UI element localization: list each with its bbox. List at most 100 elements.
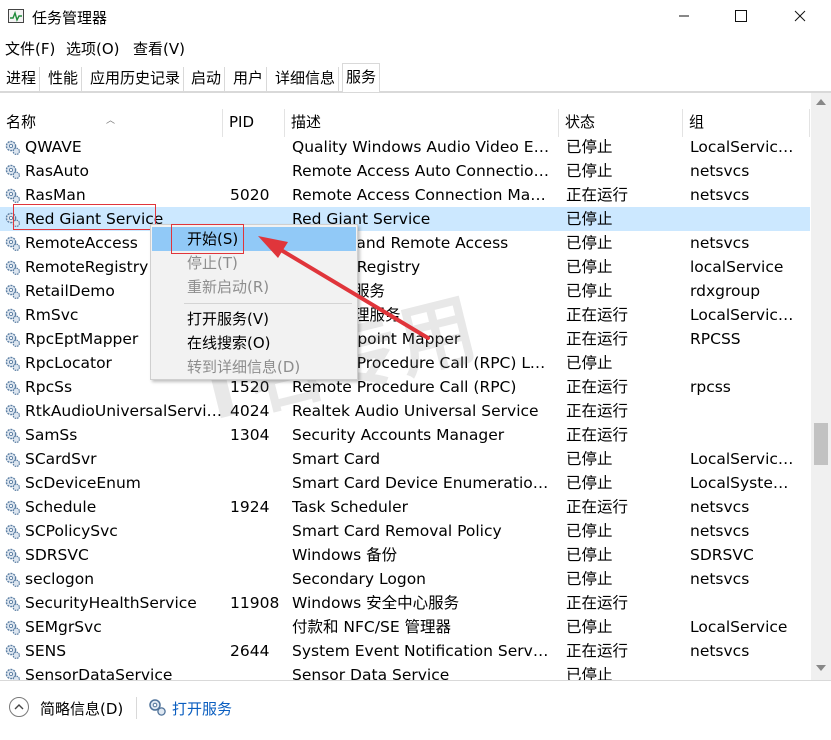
service-description: Windows 安全中心服务 xyxy=(292,594,460,612)
service-status: 正在运行 xyxy=(566,306,629,324)
service-status: 已停止 xyxy=(566,570,613,588)
service-pid: 11908 xyxy=(230,594,280,612)
service-row[interactable]: ScDeviceEnum Smart Card Device Enumeratio… xyxy=(0,471,810,495)
service-description: Smart Card xyxy=(292,450,381,468)
service-row[interactable]: RemoteAccess Routing and Remote Access 已停止… xyxy=(0,231,810,255)
column-header-description-label: 描述 xyxy=(291,113,322,131)
scrollbar-thumb[interactable] xyxy=(814,423,828,465)
menu-item-start[interactable]: 开始(S) xyxy=(152,224,356,254)
service-row[interactable]: SamSs 1304 Security Accounts Manager 正在运行 xyxy=(0,423,810,447)
tab-services[interactable]: 服务 xyxy=(342,63,381,93)
column-header-pid-label: PID xyxy=(229,113,255,131)
service-description: Secondary Logon xyxy=(292,570,427,588)
menu-options[interactable]: 选项(O) xyxy=(66,38,120,59)
service-group: RPCSS xyxy=(690,330,741,348)
service-row[interactable]: RemoteRegistryRemote Registry已停止localSer… xyxy=(0,255,810,279)
service-row[interactable]: RpcEptMapper RPC Endpoint Mapper 正在运行 RPCSS xyxy=(0,327,810,351)
open-services-link[interactable]: 打开服务 xyxy=(172,698,232,719)
minimize-button[interactable] xyxy=(661,0,707,32)
service-status: 已停止 xyxy=(566,450,613,468)
service-row[interactable]: SecurityHealthService 11908 Windows 安全中心服务… xyxy=(0,591,810,615)
tab-details[interactable]: 详细信息 xyxy=(272,67,340,91)
service-gear-icon xyxy=(4,595,21,612)
menu-view[interactable]: 查看(V) xyxy=(133,38,185,59)
tab-startup[interactable]: 启动 xyxy=(188,67,226,91)
service-row[interactable]: SCardSvr Smart Card 已停止 LocalService... xyxy=(0,447,810,471)
column-header-description[interactable]: 描述 xyxy=(285,109,559,137)
service-row[interactable]: RmSvc无线电管理服务正在运行LocalService... xyxy=(0,303,810,327)
service-status: 正在运行 xyxy=(566,330,629,348)
tab-app-history[interactable]: 应用历史记录 xyxy=(87,67,185,91)
service-gear-icon xyxy=(4,187,21,204)
service-row[interactable]: RasAuto Remote Access Auto Connection ...… xyxy=(0,159,810,183)
column-header-group[interactable]: 组 xyxy=(683,109,810,137)
column-header-status-label: 状态 xyxy=(565,113,596,131)
column-header-status[interactable]: 状态 xyxy=(559,109,683,137)
service-gear-icon xyxy=(4,283,21,300)
menu-item-stop: 停止(T) xyxy=(152,251,356,275)
service-gear-icon xyxy=(4,235,21,252)
service-row[interactable]: RpcSs 1520 Remote Procedure Call (RPC) 正在运行… xyxy=(0,375,810,399)
service-status: 正在运行 xyxy=(566,426,629,444)
service-status: 已停止 xyxy=(566,546,613,564)
tab-processes[interactable]: 进程 xyxy=(3,67,41,91)
service-row[interactable]: SEMgrSvc 付款和 NFC/SE 管理器 已停止 LocalService xyxy=(0,615,810,639)
service-group: LocalService... xyxy=(690,138,802,156)
service-row[interactable]: RtkAudioUniversalService 4024 Realtek Audi… xyxy=(0,399,810,423)
service-row[interactable]: RetailDemo零售演示服务已停止rdxgroup xyxy=(0,279,810,303)
menu-item-stop-label: 停止(T) xyxy=(187,254,238,272)
context-menu: 开始(S) 停止(T) 重新启动(R) 打开服务(V) 在线搜索(O) 转到详细… xyxy=(150,224,358,380)
service-name: SCPolicySvc xyxy=(25,522,118,540)
service-name: QWAVE xyxy=(25,138,82,156)
service-row[interactable]: SENS 2644 System Event Notification Servic… xyxy=(0,639,810,663)
service-gear-icon xyxy=(4,499,21,516)
service-description: Sensor Data Service xyxy=(292,666,450,681)
scroll-down-arrow-icon[interactable] xyxy=(816,665,826,671)
maximize-button[interactable] xyxy=(718,0,764,32)
service-name: SensorDataService xyxy=(25,666,173,681)
title-bar: 任务管理器 xyxy=(0,0,831,34)
menu-file[interactable]: 文件(F) xyxy=(5,38,55,59)
column-header-pid[interactable]: PID xyxy=(223,109,285,137)
service-row[interactable]: Schedule 1924 Task Scheduler 正在运行 netsvcs xyxy=(0,495,810,519)
vertical-scrollbar[interactable] xyxy=(811,93,831,681)
tab-users[interactable]: 用户 xyxy=(230,67,268,91)
service-row[interactable]: RpcLocator Remote Procedure Call (RPC) Lo… xyxy=(0,351,810,375)
service-row[interactable]: SCPolicySvc Smart Card Removal Policy 已停止 n… xyxy=(0,519,810,543)
fewer-details-button[interactable]: 简略信息(D) xyxy=(40,698,123,719)
service-row[interactable]: Red Giant Service Red Giant Service 已停止 xyxy=(0,204,810,231)
service-name: SecurityHealthService xyxy=(25,594,197,612)
menu-item-restart: 重新启动(R) xyxy=(152,275,356,299)
service-name: Schedule xyxy=(25,498,97,516)
service-pid: 5020 xyxy=(230,186,270,204)
service-group: localService xyxy=(690,258,784,276)
service-row[interactable]: SensorDataService Sensor Data Service 已停止 xyxy=(0,663,810,681)
scroll-up-arrow-icon[interactable] xyxy=(816,99,826,105)
service-name: ScDeviceEnum xyxy=(25,474,141,492)
menu-item-open-services[interactable]: 打开服务(V) xyxy=(152,307,356,331)
service-status: 已停止 xyxy=(566,138,613,156)
service-row[interactable]: seclogon Secondary Logon 已停止 netsvcs xyxy=(0,567,810,591)
collapse-chevron-icon[interactable] xyxy=(9,697,29,717)
annotation-highlight-box xyxy=(171,224,244,254)
service-group: SDRSVC xyxy=(690,546,754,564)
column-header-group-label: 组 xyxy=(689,113,705,131)
close-button[interactable] xyxy=(777,0,823,32)
service-gear-icon xyxy=(4,163,21,180)
task-manager-icon xyxy=(8,9,24,23)
service-description: System Event Notification Service xyxy=(292,642,552,660)
service-row[interactable]: QWAVE Quality Windows Audio Video Exp... 已… xyxy=(0,135,810,159)
service-group: netsvcs xyxy=(690,234,750,252)
service-group: netsvcs xyxy=(690,498,750,516)
service-gear-icon xyxy=(4,403,21,420)
service-group: netsvcs xyxy=(690,642,750,660)
service-gear-icon xyxy=(4,379,21,396)
service-status: 已停止 xyxy=(566,522,613,540)
service-pid: 2644 xyxy=(230,642,270,660)
menu-item-search-online[interactable]: 在线搜索(O) xyxy=(152,331,356,355)
service-description: Task Scheduler xyxy=(292,498,408,516)
service-status: 已停止 xyxy=(566,666,613,681)
tab-performance[interactable]: 性能 xyxy=(45,67,83,91)
service-status: 已停止 xyxy=(566,474,613,492)
service-row[interactable]: SDRSVC Windows 备份 已停止 SDRSVC xyxy=(0,543,810,567)
